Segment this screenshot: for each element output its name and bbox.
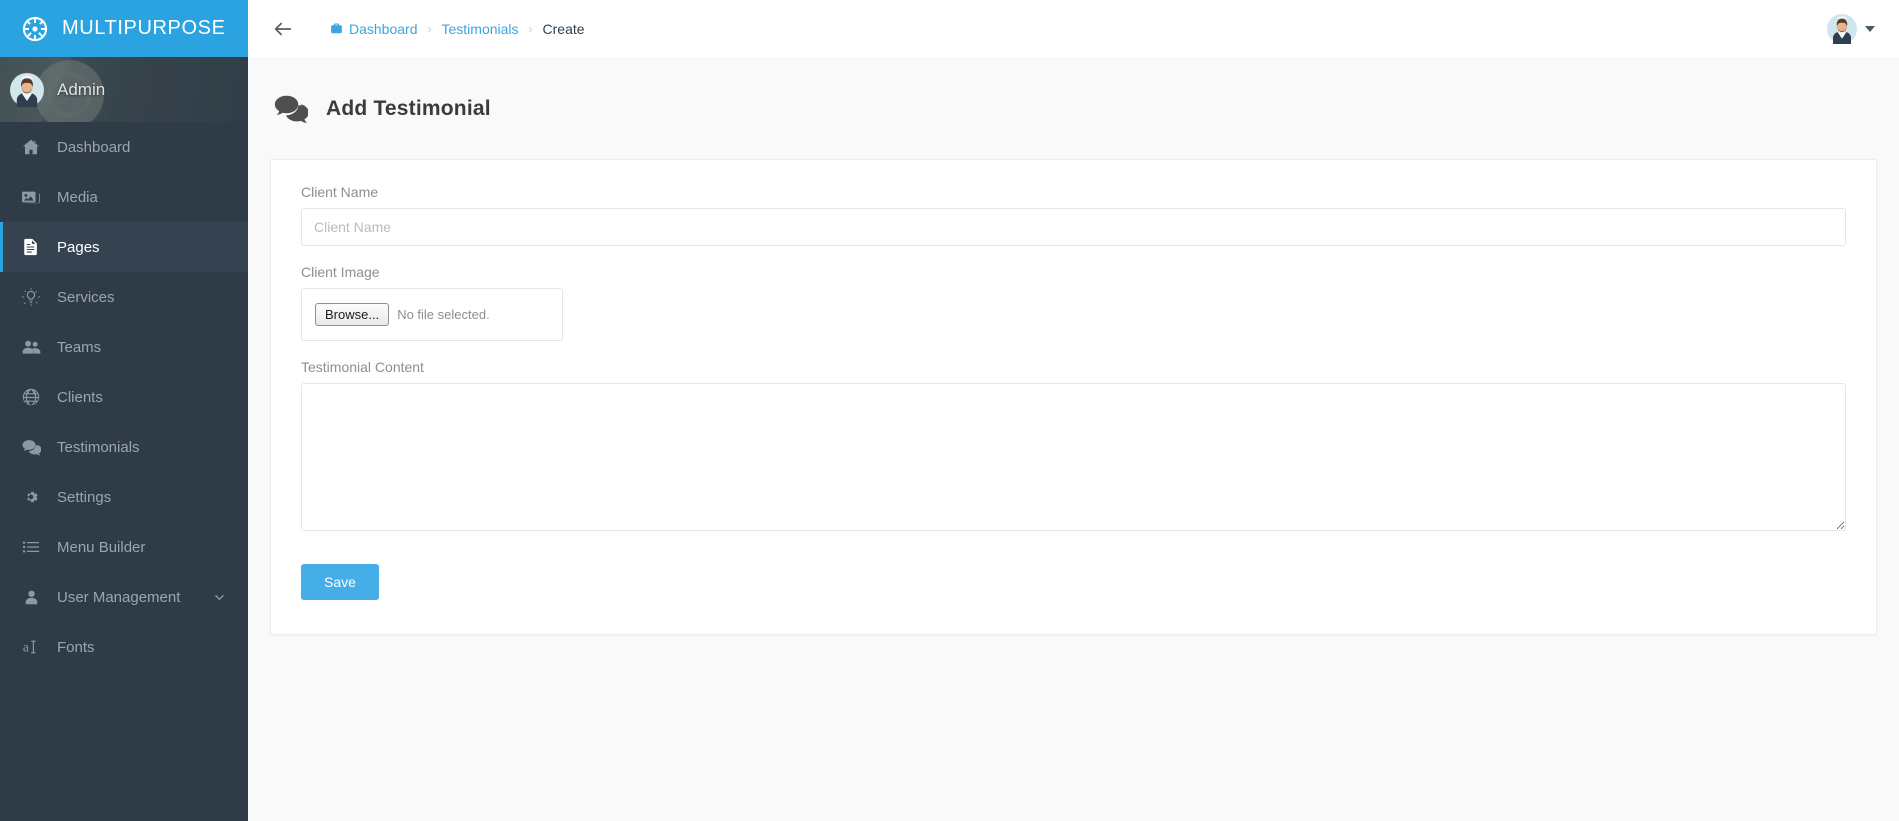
avatar <box>10 72 44 107</box>
sidebar-item-label: Testimonials <box>57 438 140 456</box>
arrow-left-icon[interactable] <box>266 12 300 46</box>
sidebar-item-menu-builder[interactable]: Menu Builder <box>0 522 248 572</box>
sidebar-item-label: Menu Builder <box>57 538 146 556</box>
comments-icon <box>274 92 308 126</box>
breadcrumb-item-create: Create <box>543 21 585 37</box>
breadcrumb-item-dashboard[interactable]: Dashboard <box>330 21 418 37</box>
sidebar-item-user-management[interactable]: User Management <box>0 572 248 622</box>
testimonial-content-label: Testimonial Content <box>301 359 424 376</box>
sidebar-item-pages[interactable]: Pages <box>0 222 248 272</box>
comments-icon <box>21 438 41 457</box>
caret-down-icon[interactable] <box>1865 25 1875 32</box>
sidebar-item-label: Services <box>57 288 115 306</box>
save-button[interactable]: Save <box>301 564 379 601</box>
breadcrumb-item-testimonials[interactable]: Testimonials <box>442 21 519 37</box>
sidebar-item-dashboard[interactable]: Dashboard <box>0 122 248 172</box>
sidebar-item-label: Teams <box>57 338 102 356</box>
users-icon <box>21 338 41 357</box>
field-testimonial-content: Testimonial Content <box>301 359 1846 536</box>
sidebar-item-fonts[interactable]: a Fonts <box>0 622 248 672</box>
lightbulb-icon <box>21 288 41 306</box>
sidebar-nav: Dashboard Media Pages Services Teams Cli… <box>0 122 248 672</box>
client-name-input[interactable] <box>301 208 1846 247</box>
sidebar-item-testimonials[interactable]: Testimonials <box>0 422 248 472</box>
testimonial-content-textarea[interactable] <box>301 383 1846 532</box>
brand-header[interactable]: MULTIPURPOSE <box>0 0 248 57</box>
sidebar-user-panel[interactable]: Admin <box>0 57 248 122</box>
home-icon <box>21 138 41 156</box>
file-input-native[interactable]: Browse... No file selected. <box>315 303 490 327</box>
sidebar-user-name: Admin <box>57 79 106 99</box>
sidebar-item-label: Pages <box>57 238 100 256</box>
sidebar-item-teams[interactable]: Teams <box>0 322 248 372</box>
svg-text:a: a <box>23 640 29 655</box>
sidebar-item-services[interactable]: Services <box>0 272 248 322</box>
sidebar-item-label: Media <box>57 188 98 206</box>
sidebar-item-label: User Management <box>57 588 181 606</box>
page-title: Add Testimonial <box>326 97 491 121</box>
sidebar-item-media[interactable]: Media <box>0 172 248 222</box>
breadcrumb-separator: › <box>427 21 432 36</box>
file-text-icon <box>21 238 41 256</box>
breadcrumb-label: Create <box>542 20 585 37</box>
browse-button[interactable]: Browse... <box>315 303 390 327</box>
gear-icon <box>21 488 41 506</box>
topbar: Dashboard › Testimonials › Create <box>248 0 1899 57</box>
topbar-user-menu[interactable] <box>1827 13 1875 44</box>
breadcrumb-separator: › <box>528 21 533 36</box>
breadcrumb-label: Dashboard <box>349 20 418 37</box>
sidebar-item-settings[interactable]: Settings <box>0 472 248 522</box>
page-header: Add Testimonial <box>270 57 1877 159</box>
globe-icon <box>21 388 41 406</box>
list-icon <box>21 538 41 556</box>
image-icon <box>21 188 41 206</box>
briefcase-icon <box>330 22 343 35</box>
ship-wheel-icon <box>22 16 48 42</box>
sidebar: MULTIPURPOSE Admin Dashboard Media Pages… <box>0 0 248 821</box>
form-actions: Save <box>301 564 1846 601</box>
app-root: MULTIPURPOSE Admin Dashboard Media Pages… <box>0 0 1899 821</box>
main-area: Dashboard › Testimonials › Create Add Te… <box>248 0 1899 821</box>
sidebar-item-label: Dashboard <box>57 138 131 156</box>
breadcrumb-label: Testimonials <box>441 20 519 37</box>
avatar[interactable] <box>1827 13 1857 44</box>
sidebar-item-label: Fonts <box>57 638 95 656</box>
client-image-file-box[interactable]: Browse... No file selected. <box>301 288 563 342</box>
content-area: Add Testimonial Client Name Client Image… <box>248 57 1899 821</box>
brand-title: MULTIPURPOSE <box>62 17 226 39</box>
testimonial-form-card: Client Name Client Image Browse... No fi… <box>270 159 1877 636</box>
user-icon <box>21 589 41 606</box>
sidebar-item-clients[interactable]: Clients <box>0 372 248 422</box>
file-status-text: No file selected. <box>397 307 490 323</box>
font-icon: a <box>21 638 41 656</box>
sidebar-item-label: Clients <box>57 388 103 406</box>
sidebar-item-label: Settings <box>57 488 112 506</box>
field-client-image: Client Image Browse... No file selected. <box>301 264 1846 342</box>
field-client-name: Client Name <box>301 184 1846 247</box>
breadcrumb: Dashboard › Testimonials › Create <box>312 14 603 43</box>
chevron-down-icon <box>213 591 226 604</box>
client-name-label: Client Name <box>301 184 379 201</box>
client-image-label: Client Image <box>301 264 380 281</box>
